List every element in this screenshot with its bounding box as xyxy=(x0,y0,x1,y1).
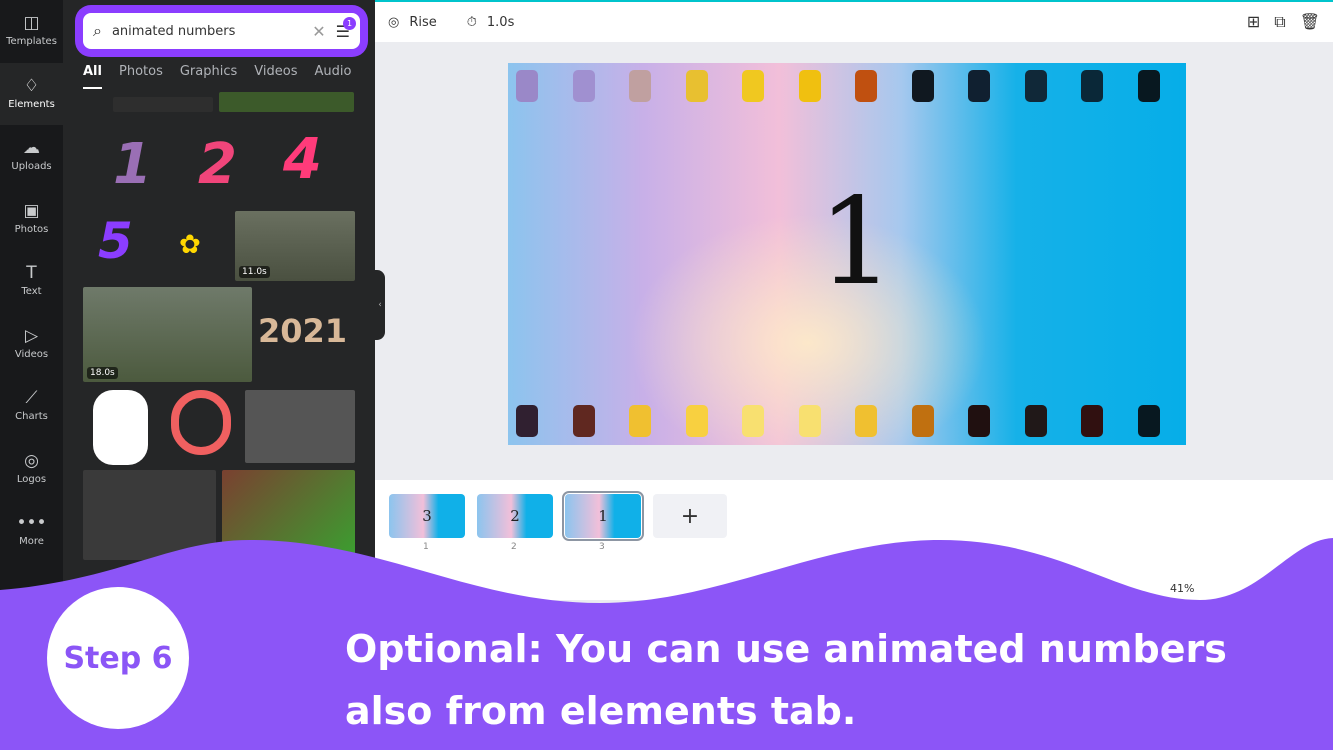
step-badge: Step 6 xyxy=(47,587,189,729)
step-caption: Optional: You can use animated numbers a… xyxy=(345,627,1227,733)
